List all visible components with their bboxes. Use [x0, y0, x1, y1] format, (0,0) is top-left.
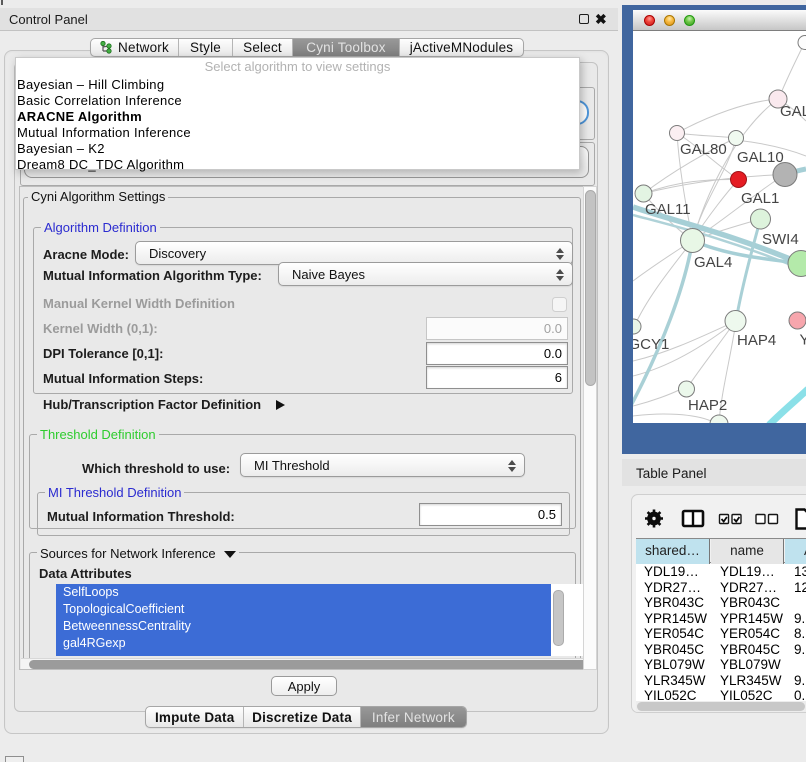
- svg-text:GAL4: GAL4: [694, 254, 732, 271]
- svg-text:GAL11: GAL11: [645, 201, 691, 218]
- svg-text:YM: YM: [800, 332, 806, 349]
- svg-text:GAL80: GAL80: [680, 141, 727, 158]
- svg-text:GCY1: GCY1: [633, 336, 669, 353]
- svg-text:HAP4: HAP4: [737, 332, 776, 349]
- svg-text:SWI4: SWI4: [762, 231, 799, 248]
- svg-text:GAL10: GAL10: [737, 149, 784, 166]
- svg-text:GAL7: GAL7: [780, 103, 806, 120]
- svg-text:GAL1: GAL1: [741, 190, 779, 207]
- svg-text:HAP2: HAP2: [688, 397, 727, 414]
